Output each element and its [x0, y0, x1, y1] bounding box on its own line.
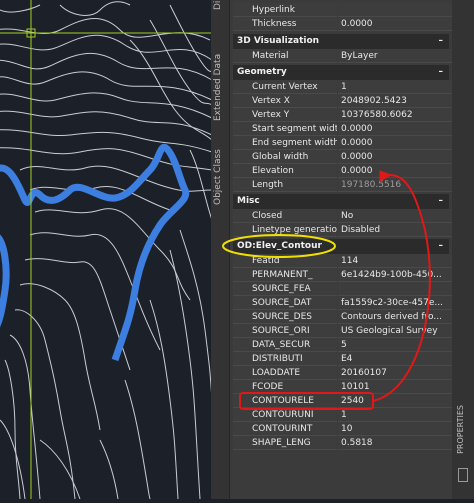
- row-source-fea[interactable]: SOURCE_FEA: [233, 282, 453, 296]
- palette-side-tabs: Di Extended Data Object Class: [211, 0, 230, 499]
- row-fcode[interactable]: FCODE 10101: [233, 380, 453, 394]
- row-loaddate[interactable]: LOADDATE 20160107: [233, 366, 453, 380]
- section-od-elev-contour[interactable]: OD:Elev_Contour –: [233, 239, 449, 254]
- section-misc[interactable]: Misc –: [233, 194, 449, 209]
- section-geometry[interactable]: Geometry –: [233, 65, 449, 80]
- row-source-ori[interactable]: SOURCE_ORI US Geological Survey: [233, 324, 453, 338]
- row-contourint[interactable]: CONTOURINT 10: [233, 422, 453, 436]
- row-length[interactable]: Length 197180.5516: [233, 178, 453, 192]
- tab-extended-data[interactable]: Extended Data: [213, 52, 227, 122]
- collapse-toggle[interactable]: –: [439, 194, 444, 209]
- row-source-des[interactable]: SOURCE_DES Contours derived fro...: [233, 310, 453, 324]
- row-contouruni[interactable]: CONTOURUNI 1: [233, 408, 453, 422]
- row-elevation[interactable]: Elevation 0.0000: [233, 164, 453, 178]
- palette-titlebar[interactable]: PROPERTIES: [452, 0, 474, 499]
- row-featid[interactable]: FeatId 114: [233, 254, 453, 268]
- row-end-segment-width[interactable]: End segment width 0.0000: [233, 136, 453, 150]
- row-hyperlink[interactable]: Hyperlink: [233, 3, 453, 17]
- row-data-secur[interactable]: DATA_SECUR 5: [233, 338, 453, 352]
- properties-tab[interactable]: PROPERTIES: [456, 405, 470, 454]
- row-distributi[interactable]: DISTRIBUTI E4: [233, 352, 453, 366]
- row-start-segment-width[interactable]: Start segment width 0.0000: [233, 122, 453, 136]
- row-source-dat[interactable]: SOURCE_DAT fa1559c2-30ce-457e...: [233, 296, 453, 310]
- row-contourele[interactable]: CONTOURELE 2540: [233, 394, 453, 408]
- row-permanent[interactable]: PERMANENT_ 6e1424b9-100b-450...: [233, 268, 453, 282]
- collapse-toggle[interactable]: –: [439, 65, 444, 80]
- row-shape-leng[interactable]: SHAPE_LENG 0.5818: [233, 436, 453, 450]
- tab-object-class[interactable]: Object Class: [213, 148, 227, 206]
- section-3d-visualization[interactable]: 3D Visualization –: [233, 34, 449, 49]
- collapse-toggle[interactable]: –: [439, 239, 444, 254]
- row-material[interactable]: Material ByLayer: [233, 49, 453, 63]
- row-current-vertex[interactable]: Current Vertex 1: [233, 80, 453, 94]
- collapse-toggle[interactable]: –: [439, 34, 444, 49]
- tab-top[interactable]: Di: [213, 0, 227, 10]
- row-thickness[interactable]: Thickness 0.0000: [233, 17, 453, 31]
- row-linetype-generation[interactable]: Linetype generation Disabled: [233, 223, 453, 237]
- row-vertex-x[interactable]: Vertex X 2048902.5423: [233, 94, 453, 108]
- properties-palette: Di Extended Data Object Class Hyperlink …: [211, 0, 474, 499]
- row-vertex-y[interactable]: Vertex Y 10376580.6062: [233, 108, 453, 122]
- pin-icon[interactable]: [458, 468, 468, 482]
- row-global-width[interactable]: Global width 0.0000: [233, 150, 453, 164]
- row-closed[interactable]: Closed No: [233, 209, 453, 223]
